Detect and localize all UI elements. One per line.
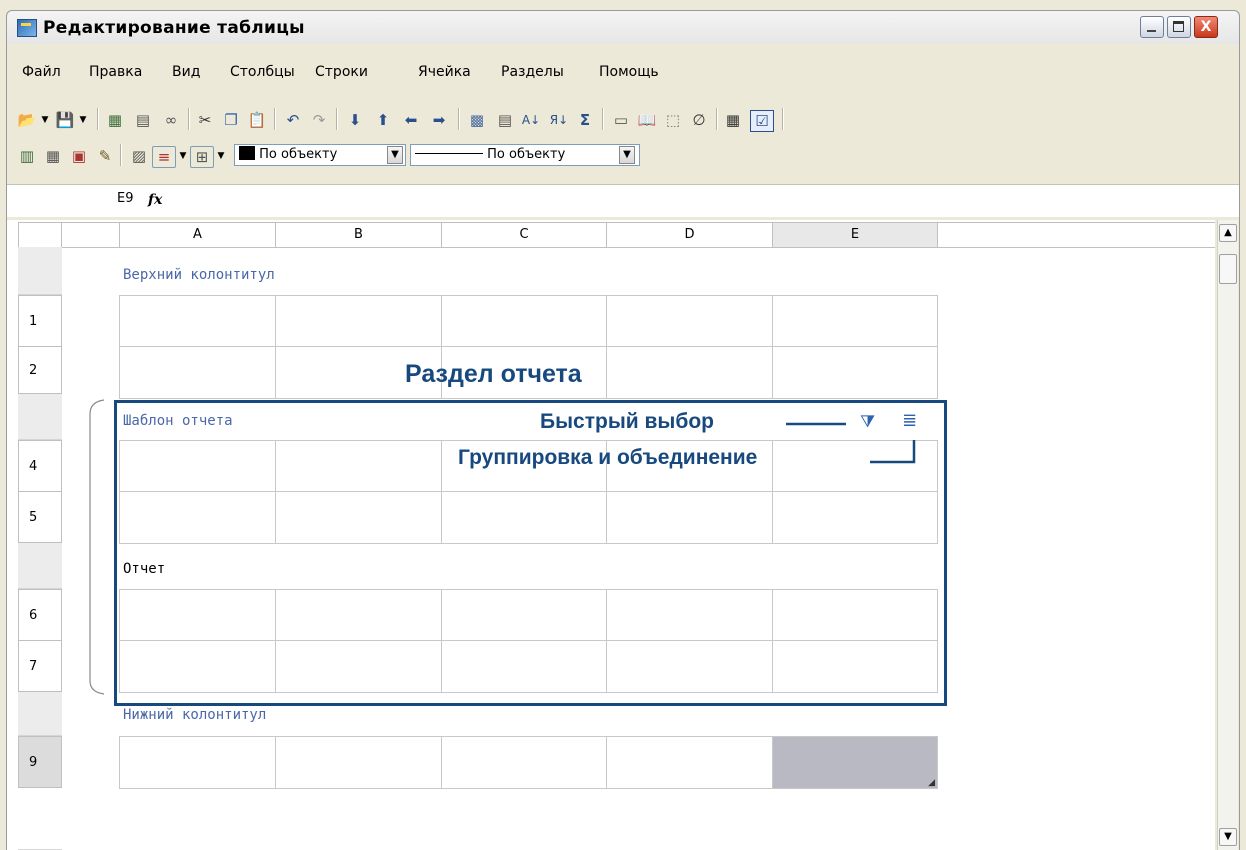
- section-bracket: [89, 399, 105, 695]
- vertical-scrollbar[interactable]: [1217, 220, 1238, 850]
- quick-select-annotation: Быстрый выбор: [540, 410, 714, 433]
- grouping-annotation: Группировка и объединение: [458, 446, 758, 469]
- scroll-thumb[interactable]: [1219, 254, 1237, 284]
- scroll-down-button[interactable]: ▼: [1219, 828, 1237, 846]
- report-section-annotation: Раздел отчета: [405, 360, 582, 388]
- scroll-up-button[interactable]: ▲: [1219, 224, 1237, 242]
- quick-select-filter-icon[interactable]: ⧩: [860, 412, 875, 432]
- grouping-leader-line: [870, 440, 916, 464]
- grouping-icon[interactable]: ≣: [902, 410, 917, 431]
